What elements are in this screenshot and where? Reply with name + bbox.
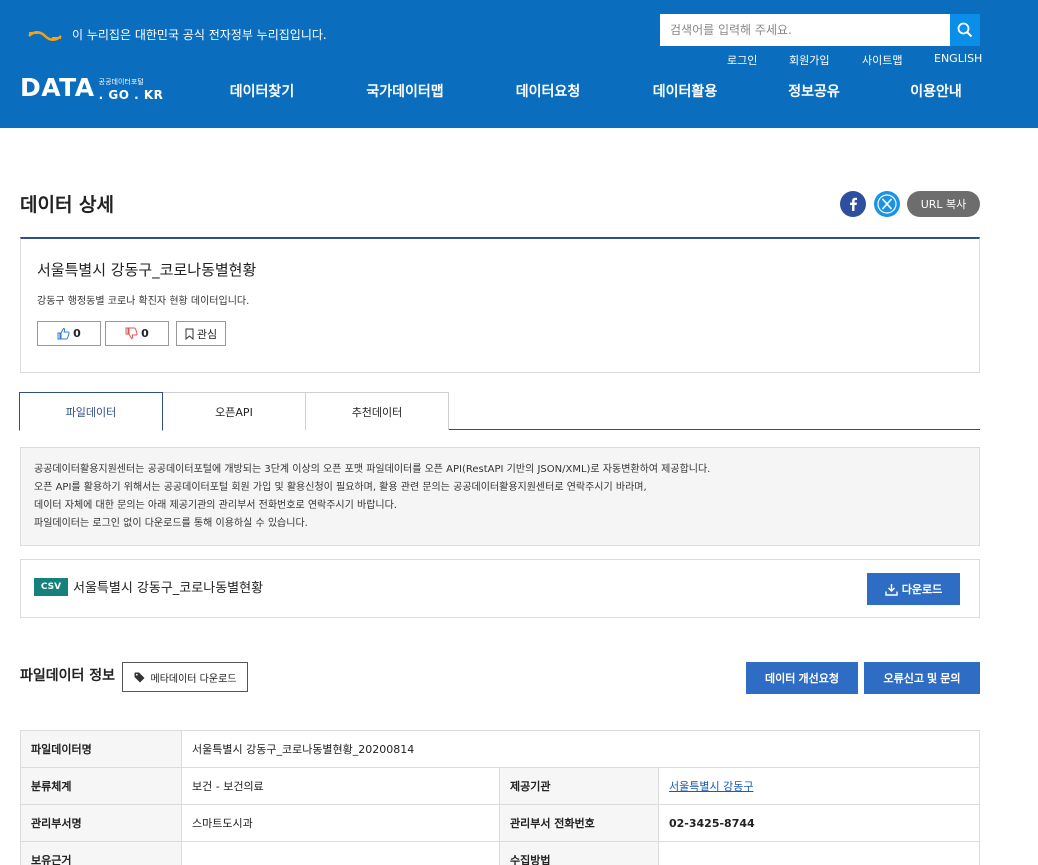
dislike-count: 0	[141, 327, 149, 340]
notice-line: 오픈 API를 활용하기 위해서는 공공데이터포털 회원 가입 및 활용신청이 …	[34, 482, 647, 493]
data-improve-request-button[interactable]: 데이터 개선요청	[746, 662, 858, 694]
dataset-summary: 서울특별시 강동구_코로나동별현황 강동구 행정동별 코로나 확진자 현황 데이…	[20, 237, 980, 373]
facebook-icon	[850, 197, 857, 211]
collect-label: 수집방법	[499, 841, 659, 865]
nav-item-data-use[interactable]: 데이터활용	[653, 81, 717, 101]
thumbs-up-icon	[57, 327, 70, 340]
download-label: 다운로드	[901, 584, 943, 596]
table-row: 분류체계 보건 - 보건의료 제공기관 서울특별시 강동구	[20, 767, 980, 805]
bookmark-icon	[185, 328, 194, 340]
nav-item-guide[interactable]: 이용안내	[910, 81, 962, 101]
thumbs-down-icon	[125, 327, 138, 340]
table-row: 파일데이터명 서울특별시 강동구_코로나동별현황_20200814	[20, 730, 980, 768]
signup-link[interactable]: 회원가입	[789, 52, 829, 68]
search-input[interactable]	[660, 14, 950, 46]
favorite-label: 관심	[196, 327, 218, 341]
tag-icon	[134, 672, 144, 682]
provider-link[interactable]: 서울특별시 강동구	[669, 780, 753, 793]
tab-recommended-data[interactable]: 추천데이터	[305, 392, 449, 430]
like-button[interactable]: 0	[37, 321, 101, 346]
main-nav: 데이터찾기 국가데이터맵 데이터요청 데이터활용 정보공유 이용안내	[0, 81, 1038, 101]
gov-emblem-icon	[28, 30, 62, 41]
error-report-button[interactable]: 오류신고 및 문의	[864, 662, 980, 694]
provider-label: 제공기관	[499, 767, 659, 805]
like-count: 0	[73, 327, 81, 340]
x-icon	[877, 194, 897, 214]
table-row: 보유근거 수집방법	[20, 841, 980, 865]
file-name-label: 파일데이터명	[20, 730, 182, 768]
facebook-share-button[interactable]	[840, 191, 866, 217]
notice-line: 데이터 자체에 대한 문의는 아래 제공기관의 관리부서 전화번호로 연락주시기…	[34, 500, 397, 511]
url-copy-button[interactable]: URL 복사	[907, 191, 980, 217]
x-share-button[interactable]	[874, 191, 900, 217]
utility-links: 로그인 회원가입 사이트맵 ENGLISH	[0, 52, 1038, 68]
file-info-title: 파일데이터 정보	[20, 668, 116, 684]
nav-item-national-data-map[interactable]: 국가데이터맵	[366, 81, 443, 101]
dislike-button[interactable]: 0	[105, 321, 169, 346]
file-name-value: 서울특별시 강동구_코로나동별현황_20200814	[181, 730, 980, 768]
dept-phone-value: 02-3425-8744	[658, 804, 980, 842]
site-header: 이 누리집은 대한민국 공식 전자정부 누리집입니다. 로그인 회원가입 사이트…	[0, 0, 1038, 128]
category-value: 보건 - 보건의료	[181, 767, 500, 805]
file-data-notice: 공공데이터활용지원센터는 공공데이터포털에 개방되는 3단계 이상의 오픈 포맷…	[20, 447, 980, 546]
notice-line: 파일데이터는 로그인 없이 다운로드를 통해 이용하실 수 있습니다.	[34, 518, 308, 529]
file-name: 서울특별시 강동구_코로나동별현황	[73, 581, 264, 596]
nav-item-data-request[interactable]: 데이터요청	[516, 81, 580, 101]
dataset-title: 서울특별시 강동구_코로나동별현황	[37, 261, 257, 279]
category-label: 분류체계	[20, 767, 182, 805]
nav-item-find-data[interactable]: 데이터찾기	[230, 81, 294, 101]
table-row: 관리부서명 스마트도시과 관리부서 전화번호 02-3425-8744	[20, 804, 980, 842]
dataset-description: 강동구 행정동별 코로나 확진자 현황 데이터입니다.	[37, 296, 250, 307]
dept-label: 관리부서명	[20, 804, 182, 842]
search-box	[660, 14, 980, 46]
tab-open-api[interactable]: 오픈API	[162, 392, 306, 430]
file-format-badge: CSV	[34, 578, 68, 596]
dept-value: 스마트도시과	[181, 804, 500, 842]
collect-value	[658, 841, 980, 865]
gov-notice: 이 누리집은 대한민국 공식 전자정부 누리집입니다.	[28, 26, 327, 43]
file-info-table: 파일데이터명 서울특별시 강동구_코로나동별현황_20200814 분류체계 보…	[20, 730, 980, 865]
notice-line: 공공데이터활용지원센터는 공공데이터포털에 개방되는 3단계 이상의 오픈 포맷…	[34, 464, 711, 475]
tab-file-data[interactable]: 파일데이터	[19, 392, 163, 431]
download-icon	[885, 583, 898, 596]
sitemap-link[interactable]: 사이트맵	[862, 52, 902, 68]
metadata-download-button[interactable]: 메타데이터 다운로드	[122, 662, 248, 692]
favorite-button[interactable]: 관심	[176, 321, 226, 346]
dept-phone-label: 관리부서 전화번호	[499, 804, 659, 842]
english-link[interactable]: ENGLISH	[934, 52, 982, 65]
basis-value	[181, 841, 500, 865]
nav-item-info-share[interactable]: 정보공유	[788, 81, 840, 101]
metadata-download-label: 메타데이터 다운로드	[150, 673, 237, 685]
download-button[interactable]: 다운로드	[867, 573, 960, 605]
login-link[interactable]: 로그인	[727, 52, 757, 68]
detail-tabs: 파일데이터 오픈API 추천데이터	[19, 392, 980, 431]
search-button[interactable]	[950, 14, 980, 46]
basis-label: 보유근거	[20, 841, 182, 865]
search-icon	[957, 22, 973, 38]
gov-notice-text: 이 누리집은 대한민국 공식 전자정부 누리집입니다.	[72, 28, 327, 42]
file-row: CSV 서울특별시 강동구_코로나동별현황 다운로드	[20, 559, 980, 618]
page-title: 데이터 상세	[20, 194, 115, 216]
